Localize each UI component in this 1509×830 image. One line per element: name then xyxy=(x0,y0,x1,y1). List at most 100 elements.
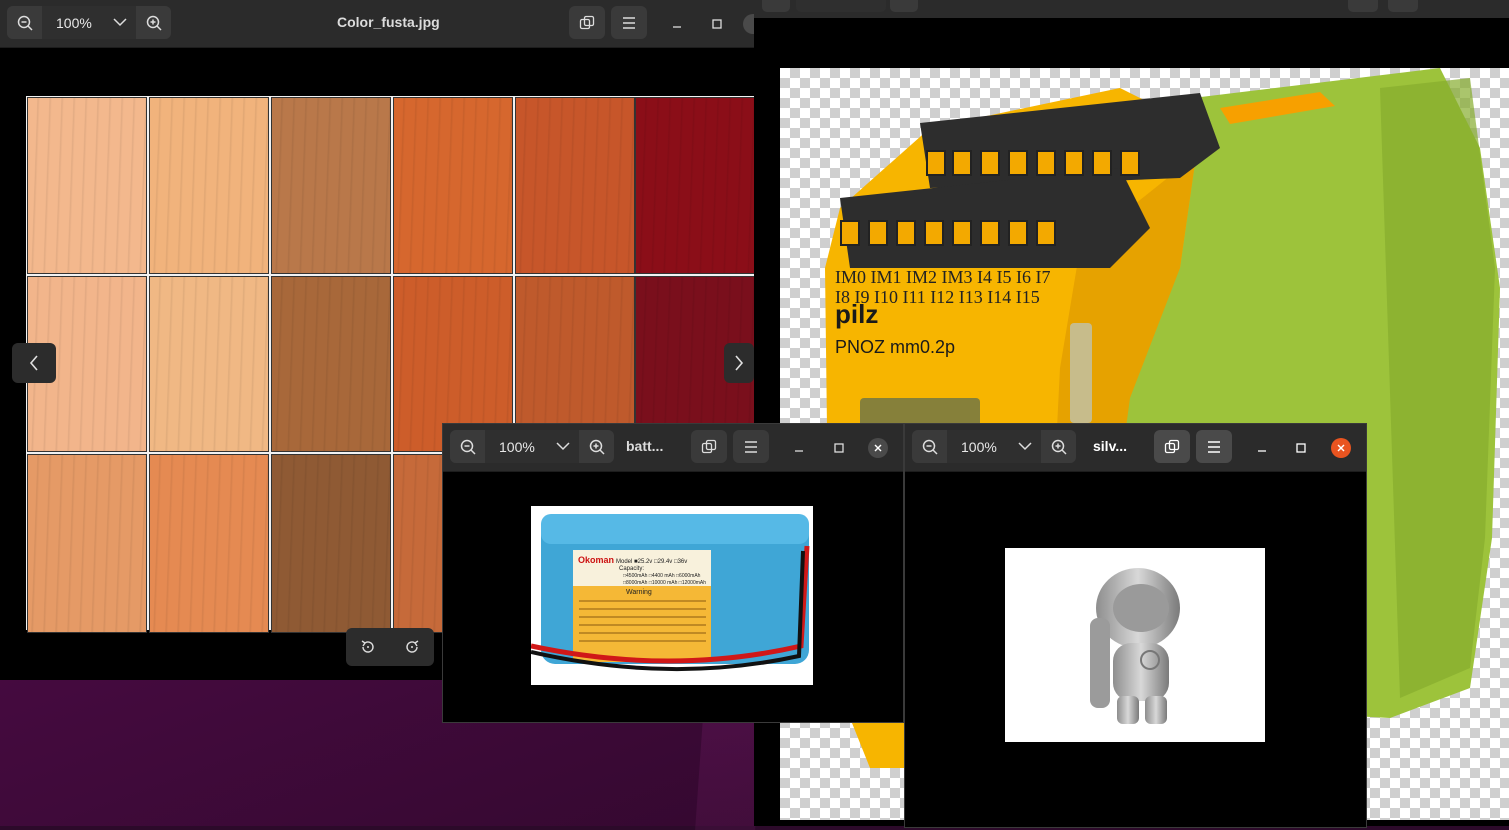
wood-swatch xyxy=(27,97,147,274)
maximize-icon xyxy=(1296,443,1306,453)
zoom-level-label: 100% xyxy=(961,438,997,455)
fullscreen-button[interactable] xyxy=(569,6,605,39)
silver-astronaut-image xyxy=(1005,548,1265,742)
zoom-in-icon xyxy=(146,15,162,31)
zoom-out-button[interactable] xyxy=(762,0,790,12)
header-bar xyxy=(754,0,1509,18)
rotate-left-icon xyxy=(361,640,374,653)
chevron-down-icon xyxy=(556,442,570,451)
zoom-level-button[interactable]: 100% xyxy=(485,430,579,463)
fullscreen-button[interactable] xyxy=(1348,0,1378,12)
zoom-out-button[interactable] xyxy=(912,430,947,463)
wood-swatch xyxy=(271,97,391,274)
zoom-controls: 100% xyxy=(7,6,171,39)
battery-pack-drawing: Okoman Model ■25.2v □29.4v □36v Capacity… xyxy=(531,514,810,672)
minimize-button[interactable] xyxy=(1252,438,1272,458)
maximize-button[interactable] xyxy=(829,438,849,458)
wood-swatch xyxy=(149,276,269,452)
header-bar: 100% Color_fusta.jpg xyxy=(0,0,754,48)
wood-swatch xyxy=(271,276,391,452)
fullscreen-icon xyxy=(579,15,595,29)
hamburger-menu-icon xyxy=(623,16,635,29)
minimize-button[interactable] xyxy=(789,438,809,458)
zoom-in-button[interactable] xyxy=(579,430,614,463)
wood-swatch xyxy=(149,97,269,274)
close-button[interactable] xyxy=(868,438,888,458)
menu-button[interactable] xyxy=(1196,430,1232,463)
close-button[interactable] xyxy=(1331,438,1351,458)
zoom-level-button[interactable]: 100% xyxy=(947,430,1041,463)
image-viewer-window-battery[interactable]: 100% batt... Okoman Model ■25.2v □29.4v … xyxy=(442,423,904,723)
battery-model-text: Model ■25.2v □29.4v □36v xyxy=(616,559,687,565)
menu-button[interactable] xyxy=(611,6,647,39)
zoom-level-button[interactable]: 100% xyxy=(42,6,136,39)
zoom-out-button[interactable] xyxy=(7,6,42,39)
fullscreen-icon xyxy=(1164,439,1180,453)
zoom-in-button[interactable] xyxy=(136,6,171,39)
hamburger-menu-icon xyxy=(745,440,757,453)
zoom-controls: 100% xyxy=(912,430,1076,463)
maximize-icon xyxy=(834,443,844,453)
wood-swatch xyxy=(149,454,269,633)
zoom-level-button[interactable] xyxy=(796,0,886,12)
maximize-button[interactable] xyxy=(1291,438,1311,458)
zoom-in-icon xyxy=(589,439,605,455)
maximize-button[interactable] xyxy=(707,14,727,34)
minimize-icon xyxy=(673,26,681,28)
menu-button[interactable] xyxy=(733,430,769,463)
close-icon xyxy=(874,444,882,452)
battery-capacity-line1: □4500mAh □4400 mAh □6000mAh xyxy=(623,573,701,579)
fullscreen-icon xyxy=(701,439,717,453)
wood-swatch xyxy=(271,454,391,633)
window-title: batt... xyxy=(626,438,664,454)
battery-image: Okoman Model ■25.2v □29.4v □36v Capacity… xyxy=(531,506,813,685)
wood-swatch xyxy=(515,97,635,274)
rotate-right-icon xyxy=(406,640,419,653)
zoom-in-button[interactable] xyxy=(890,0,918,12)
menu-button[interactable] xyxy=(1388,0,1418,12)
battery-capacity-line2: □8000mAh □10000 mAh □12000mAh xyxy=(623,580,706,586)
header-bar: 100% silv... xyxy=(905,424,1366,472)
rotate-controls xyxy=(346,628,434,666)
battery-capacity-label: Capacity: xyxy=(619,566,644,572)
minimize-icon xyxy=(1258,450,1266,452)
fullscreen-button[interactable] xyxy=(691,430,727,463)
pilz-brand-text: pilz xyxy=(835,299,878,329)
next-image-button[interactable] xyxy=(724,343,754,383)
minimize-icon xyxy=(795,450,803,452)
wood-swatch xyxy=(635,97,754,274)
close-button[interactable] xyxy=(743,14,754,34)
header-bar: 100% batt... xyxy=(443,424,903,472)
minimize-button[interactable] xyxy=(667,14,687,34)
zoom-out-icon xyxy=(460,439,476,455)
zoom-level-label: 100% xyxy=(56,14,92,31)
zoom-out-button[interactable] xyxy=(450,430,485,463)
battery-brand-text: Okoman xyxy=(578,555,614,565)
wood-swatch xyxy=(27,454,147,633)
previous-image-button[interactable] xyxy=(12,343,56,383)
rotate-left-button[interactable] xyxy=(346,628,390,666)
chevron-down-icon xyxy=(1018,442,1032,451)
zoom-out-icon xyxy=(922,439,938,455)
pilz-model-text: PNOZ mm0.2p xyxy=(835,337,955,357)
zoom-in-icon xyxy=(1051,439,1067,455)
chevron-right-icon xyxy=(735,355,744,371)
zoom-in-button[interactable] xyxy=(1041,430,1076,463)
battery-warning-text: Warning xyxy=(626,589,652,596)
chevron-left-icon xyxy=(29,355,38,371)
chevron-down-icon xyxy=(113,18,127,27)
maximize-icon xyxy=(712,19,722,29)
zoom-out-icon xyxy=(17,15,33,31)
window-title: Color_fusta.jpg xyxy=(337,14,440,30)
window-title: silv... xyxy=(1093,438,1127,454)
terminal-row1-text: IM0 IM1 IM2 IM3 I4 I5 I6 I7 xyxy=(835,267,1050,287)
hamburger-menu-icon xyxy=(1208,440,1220,453)
silver-astronaut-figure xyxy=(1090,568,1180,724)
image-viewer-window-silver[interactable]: 100% silv... xyxy=(904,423,1367,828)
wood-swatch xyxy=(393,97,513,274)
zoom-controls: 100% xyxy=(450,430,614,463)
fullscreen-button[interactable] xyxy=(1154,430,1190,463)
close-icon xyxy=(1337,444,1345,452)
rotate-right-button[interactable] xyxy=(390,628,434,666)
zoom-level-label: 100% xyxy=(499,438,535,455)
